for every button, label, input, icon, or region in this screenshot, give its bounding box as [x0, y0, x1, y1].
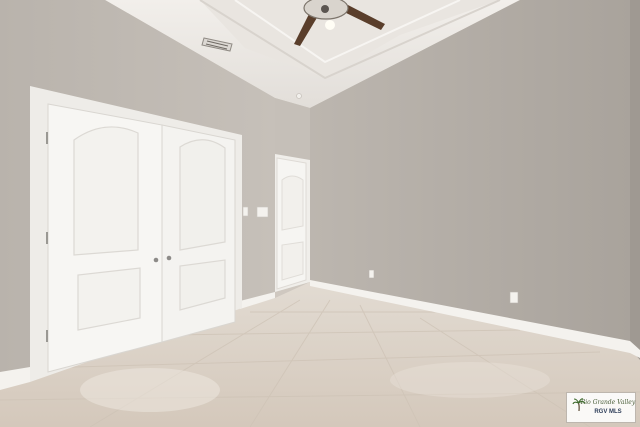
hallway-door — [275, 154, 310, 292]
watermark-mls: RGV MLS — [594, 409, 622, 415]
mls-watermark: Rio Grande Valley RGV MLS — [566, 392, 636, 423]
palm-tree-icon — [572, 398, 586, 412]
watermark-brand: Rio Grande Valley — [580, 399, 636, 406]
room-photo: Rio Grande Valley RGV MLS — [0, 0, 640, 427]
